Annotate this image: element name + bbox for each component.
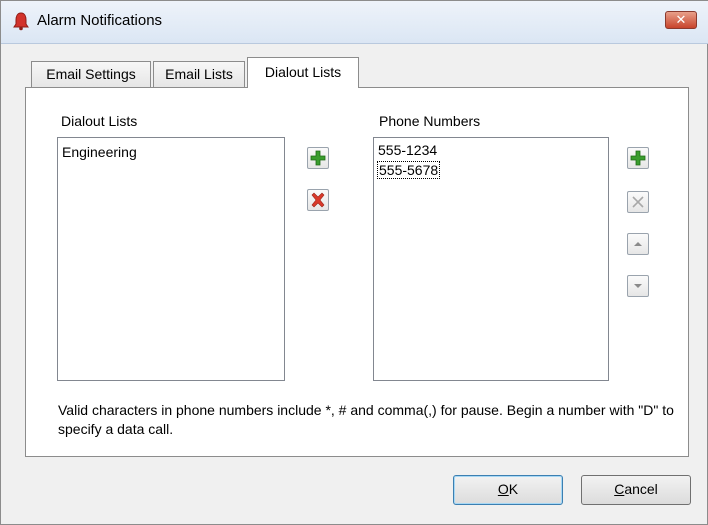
delete-phone-number-button[interactable] — [627, 191, 649, 213]
ok-button[interactable]: OK — [453, 475, 563, 505]
phone-number-help-text: Valid characters in phone numbers includ… — [58, 402, 674, 437]
tab-email-settings[interactable]: Email Settings — [31, 61, 151, 88]
move-down-button[interactable] — [627, 275, 649, 297]
cancel-button[interactable]: Cancel — [581, 475, 691, 505]
ok-mnemonic: O — [497, 481, 509, 497]
ok-label: K — [508, 481, 519, 497]
phone-numbers-label: Phone Numbers — [379, 113, 481, 129]
close-icon: ✕ — [675, 13, 687, 28]
up-arrow-icon — [634, 242, 642, 246]
plus-icon — [630, 150, 646, 166]
tab-label: Email Lists — [165, 66, 233, 82]
delete-dialout-list-button[interactable] — [307, 189, 329, 211]
alarm-notifications-dialog: Alarm Notifications ✕ Email Settings Ema… — [0, 0, 708, 525]
plus-icon — [310, 150, 326, 166]
window-title: Alarm Notifications — [37, 12, 163, 29]
tab-label: Dialout Lists — [264, 64, 342, 80]
delete-x-icon — [311, 192, 325, 208]
cancel-label: ancel — [624, 481, 658, 497]
list-item[interactable]: 555-1234 — [378, 142, 437, 158]
add-phone-number-button[interactable] — [627, 147, 649, 169]
phone-numbers-listbox[interactable]: 555-1234 555-5678 — [373, 137, 609, 381]
move-up-button[interactable] — [627, 233, 649, 255]
dialout-lists-label: Dialout Lists — [61, 113, 138, 129]
add-dialout-list-button[interactable] — [307, 147, 329, 169]
cancel-mnemonic: C — [614, 481, 625, 497]
tab-email-lists[interactable]: Email Lists — [153, 61, 245, 88]
delete-x-icon — [632, 196, 644, 208]
down-arrow-icon — [634, 284, 642, 288]
dialout-lists-listbox[interactable]: Engineering — [57, 137, 285, 381]
list-item[interactable]: 555-5678 — [376, 161, 441, 179]
close-button[interactable]: ✕ — [665, 11, 697, 29]
alarm-bell-icon — [13, 12, 29, 31]
title-bar[interactable]: Alarm Notifications ✕ — [1, 1, 708, 44]
tab-label: Email Settings — [46, 66, 136, 82]
tab-dialout-lists[interactable]: Dialout Lists — [247, 57, 359, 88]
list-item[interactable]: Engineering — [62, 144, 137, 160]
